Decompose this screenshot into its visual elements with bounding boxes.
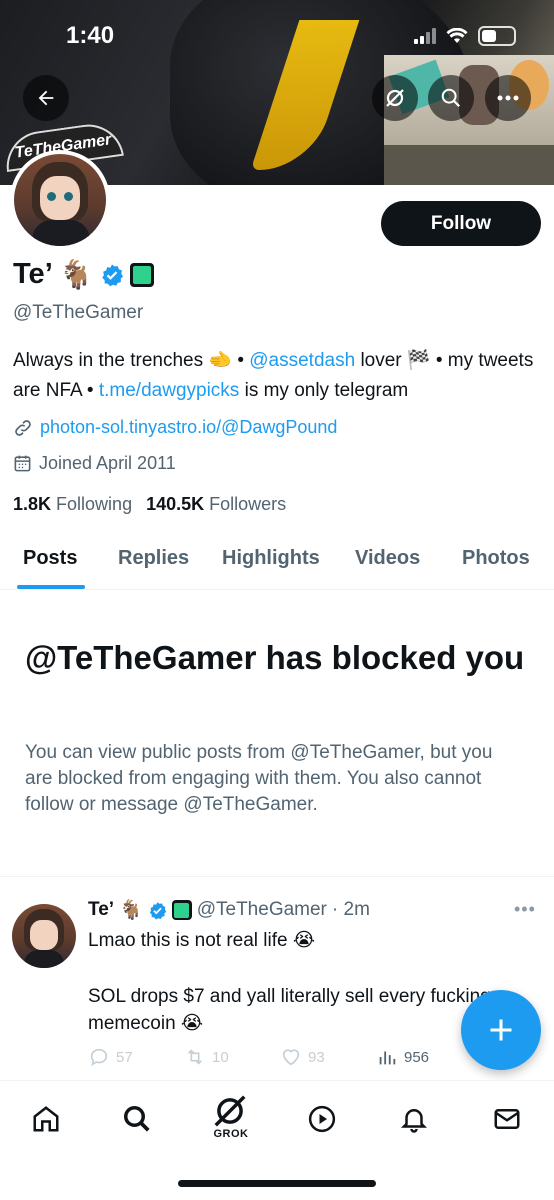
grok-icon xyxy=(386,89,404,107)
divider xyxy=(0,876,554,877)
affiliate-badge[interactable] xyxy=(129,262,154,287)
tab-highlights[interactable]: Highlights xyxy=(222,547,320,570)
followers-label: Followers xyxy=(209,494,287,514)
bio-telegram-link[interactable]: t.me/dawgypicks xyxy=(99,380,239,401)
compose-button[interactable] xyxy=(461,990,541,1070)
post-avatar[interactable] xyxy=(12,904,76,968)
following-label: Following xyxy=(56,494,133,514)
nav-messages[interactable] xyxy=(487,1099,527,1139)
affiliate-badge xyxy=(171,900,192,920)
profile-name-row: Te’ 🐐 xyxy=(13,258,154,291)
follow-stats: 1.8K Following 140.5K Followers xyxy=(13,494,286,515)
blocked-title: @TeTheGamer has blocked you xyxy=(25,639,525,676)
repost-icon xyxy=(187,1049,203,1065)
play-icon xyxy=(308,1105,336,1133)
nav-notifications[interactable] xyxy=(394,1099,434,1139)
battery-icon xyxy=(478,26,516,46)
profile-bio: Always in the trenches 🫲 • @assetdash lo… xyxy=(13,346,543,406)
nav-explore[interactable] xyxy=(117,1099,157,1139)
bio-emoji-hand: 🫲 xyxy=(208,350,233,371)
explore-search-icon xyxy=(124,1106,150,1132)
views-icon xyxy=(379,1051,396,1065)
views-button[interactable]: 956 xyxy=(376,1046,429,1068)
profile-avatar[interactable] xyxy=(10,150,110,250)
back-arrow-icon xyxy=(38,90,54,106)
post-more-icon[interactable]: ••• xyxy=(514,899,536,920)
grok-label: GROK xyxy=(213,1128,249,1140)
followers-link[interactable]: 140.5K Followers xyxy=(146,494,286,515)
post-header: Te’ 🐐 @TeTheGamer · 2m xyxy=(88,898,370,922)
bio-emoji-flag: 🏁 xyxy=(406,350,431,371)
views-count: 956 xyxy=(404,1048,430,1066)
bio-mention-assetdash[interactable]: @assetdash xyxy=(249,350,355,371)
mail-icon xyxy=(494,1109,520,1129)
like-icon xyxy=(282,1049,300,1066)
bell-icon xyxy=(400,1109,428,1133)
grok-button[interactable] xyxy=(372,75,418,121)
like-button[interactable]: 93 xyxy=(280,1046,325,1068)
back-button[interactable] xyxy=(23,75,69,121)
status-time: 1:40 xyxy=(66,22,115,49)
post-time: · 2m xyxy=(331,899,370,920)
status-icons xyxy=(414,26,516,46)
nav-video[interactable] xyxy=(302,1099,342,1139)
reply-button[interactable]: 57 xyxy=(88,1046,133,1068)
verified-icon xyxy=(149,901,166,919)
like-count: 93 xyxy=(308,1048,325,1066)
bio-separator: • xyxy=(232,350,250,371)
post-author-name[interactable]: Te’ xyxy=(88,899,114,921)
profile-tabs: Posts Replies Highlights Videos Photos xyxy=(0,536,554,590)
tab-replies[interactable]: Replies xyxy=(118,547,189,570)
tab-photos[interactable]: Photos xyxy=(462,547,530,570)
repost-button[interactable]: 10 xyxy=(184,1046,229,1068)
nav-grok[interactable] xyxy=(210,1091,250,1131)
follow-button[interactable]: Follow xyxy=(381,201,541,246)
link-icon xyxy=(15,419,31,436)
followers-count: 140.5K xyxy=(146,494,205,514)
profile-joined: Joined April 2011 xyxy=(13,453,176,474)
verified-icon[interactable] xyxy=(100,263,124,287)
post-goat-emoji: 🐐 xyxy=(119,900,143,921)
profile-website[interactable]: photon-sol.tinyastro.io/@DawgPound xyxy=(13,417,337,438)
wifi-icon xyxy=(446,28,468,43)
post-text-line: Lmao this is not real life 😭 xyxy=(88,930,316,951)
calendar-icon xyxy=(14,455,31,472)
blocked-description: You can view public posts from @TeTheGam… xyxy=(25,742,493,815)
banner-poster xyxy=(384,55,554,185)
post-author-handle: @TeTheGamer xyxy=(196,899,327,920)
more-icon xyxy=(497,95,519,101)
tab-posts[interactable]: Posts xyxy=(23,547,77,570)
following-count: 1.8K xyxy=(13,494,52,514)
bio-text: lover xyxy=(355,350,407,371)
bio-text: is my only telegram xyxy=(239,380,409,401)
home-indicator[interactable] xyxy=(178,1180,376,1187)
more-button[interactable] xyxy=(485,75,531,121)
nav-home[interactable] xyxy=(26,1099,66,1139)
search-button[interactable] xyxy=(428,75,474,121)
website-text[interactable]: photon-sol.tinyastro.io/@DawgPound xyxy=(40,417,337,438)
reply-count: 57 xyxy=(116,1048,133,1066)
active-tab-indicator xyxy=(17,585,85,589)
signal-icon xyxy=(414,28,436,44)
home-icon xyxy=(33,1106,59,1132)
search-icon xyxy=(441,88,461,108)
bio-text: Always in the trenches xyxy=(13,350,209,371)
grok-icon xyxy=(214,1095,246,1127)
joined-text: Joined April 2011 xyxy=(39,453,176,473)
following-link[interactable]: 1.8K Following xyxy=(13,494,132,515)
tab-videos[interactable]: Videos xyxy=(355,547,420,570)
profile-handle: @TeTheGamer xyxy=(13,302,144,323)
compose-plus-icon xyxy=(490,1019,512,1041)
profile-name: Te’ xyxy=(13,258,53,290)
repost-count: 10 xyxy=(212,1048,229,1066)
goat-emoji: 🐐 xyxy=(58,259,94,290)
reply-icon xyxy=(90,1048,108,1067)
